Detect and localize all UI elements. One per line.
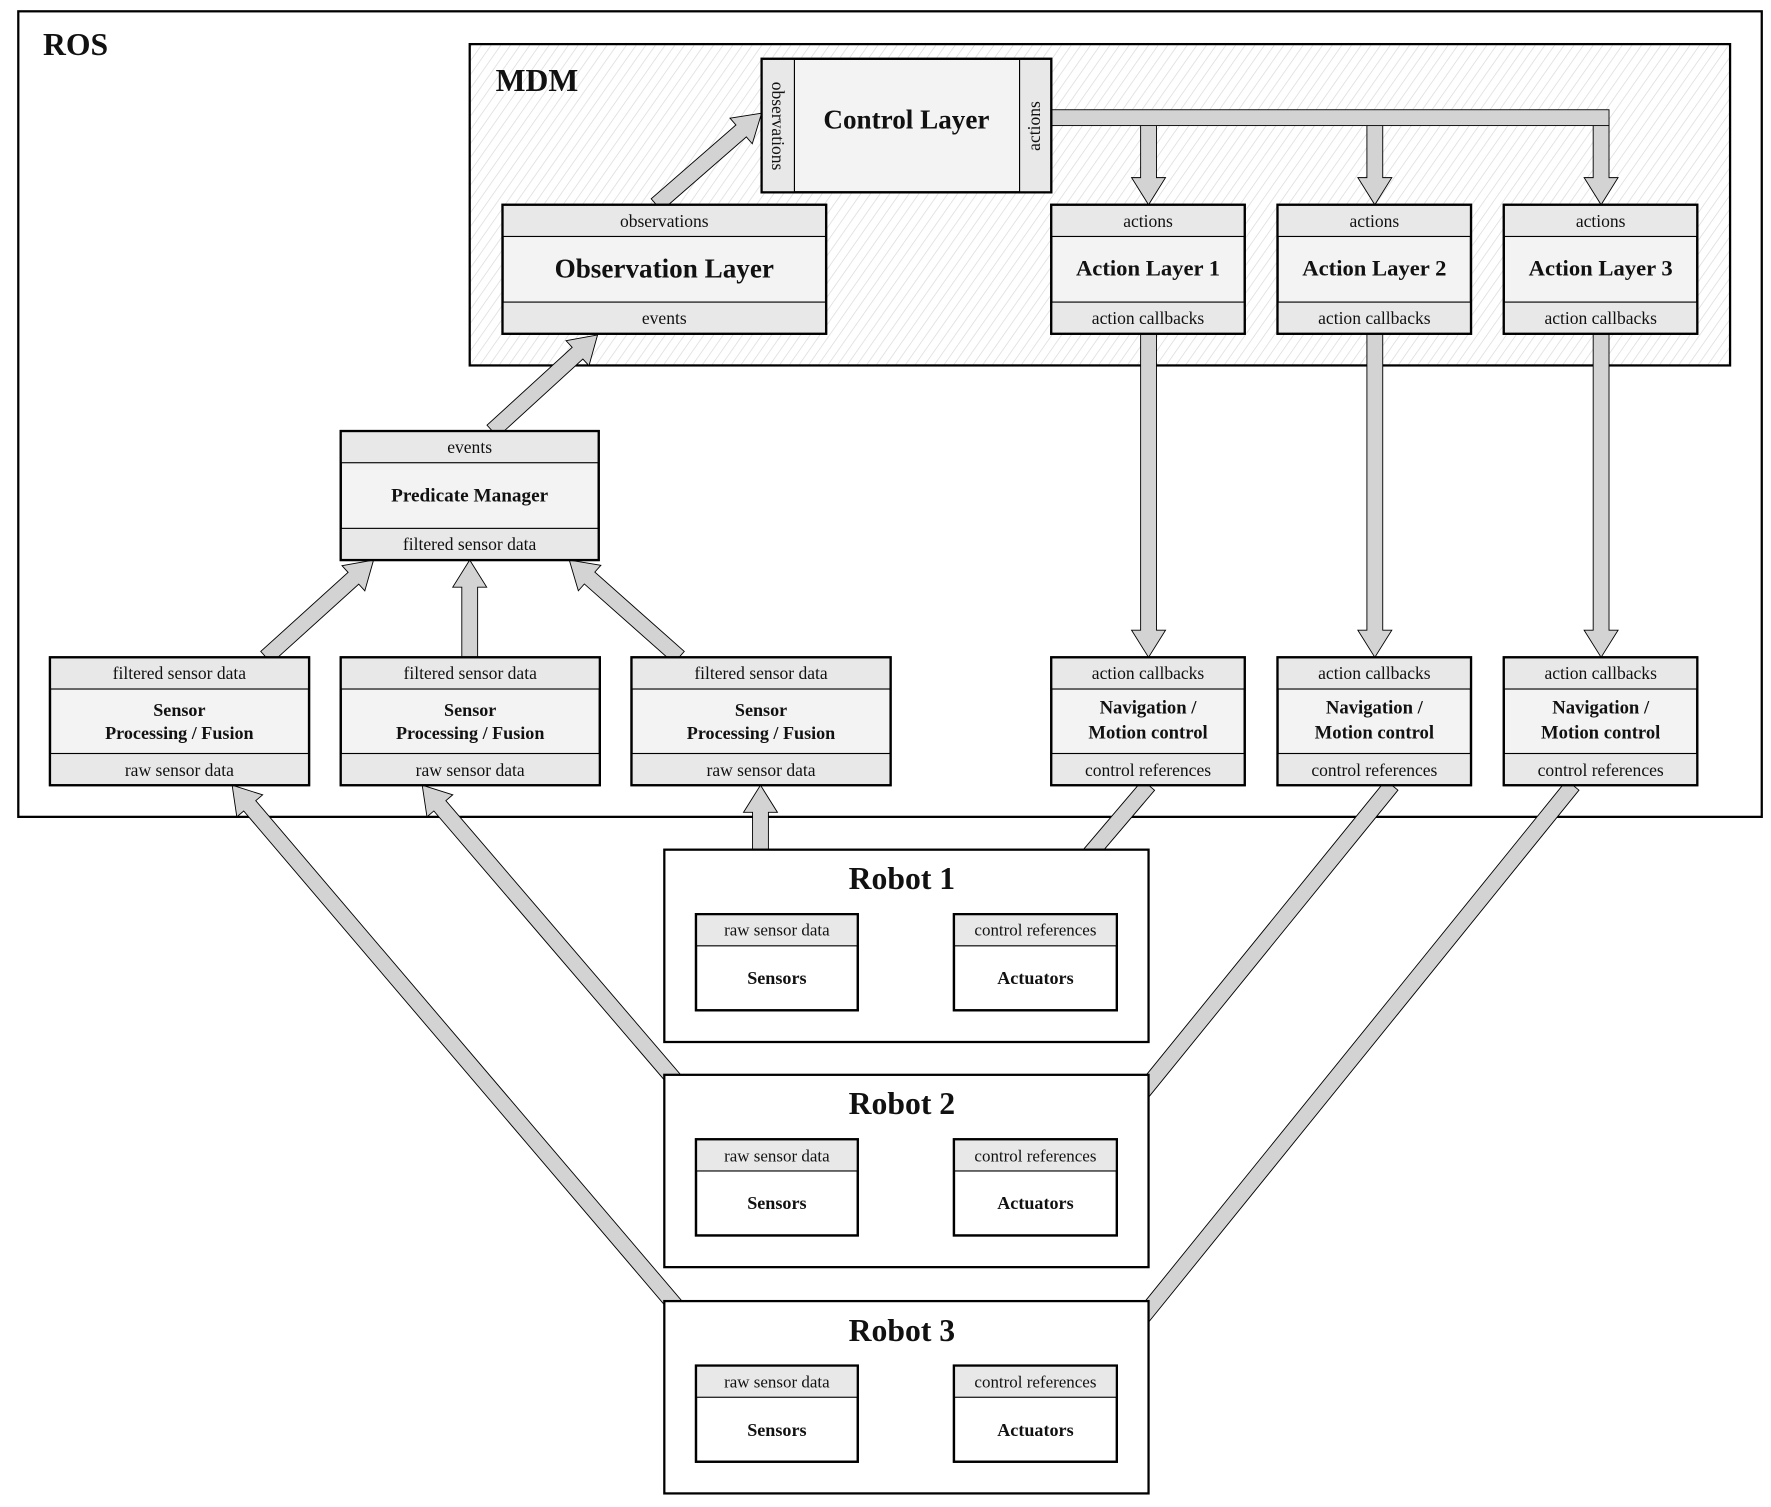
control-layer-title: Control Layer xyxy=(823,104,990,135)
robot-title: Robot 3 xyxy=(848,1312,956,1348)
robot-1-sensors-header-label: raw sensor data xyxy=(724,920,830,940)
action-layer-2-title: Action Layer 2 xyxy=(1302,256,1447,281)
robot-2-sensors-title: Sensors xyxy=(747,1193,807,1214)
ros-label: ROS xyxy=(43,27,109,63)
navigation-3-title: Navigation / xyxy=(1552,697,1650,719)
observation-layer-title: Observation Layer xyxy=(554,253,774,284)
sensor-processing-1-footer-label: raw sensor data xyxy=(124,759,234,780)
control-output-label: actions xyxy=(1024,100,1045,151)
navigation-2-title: Motion control xyxy=(1314,722,1435,744)
robot-3-actuators-header-label: control references xyxy=(974,1372,1097,1392)
navigation-3-title: Motion control xyxy=(1541,722,1661,744)
observation-layer-header-label: observations xyxy=(619,211,709,232)
observation-layer-footer-label: events xyxy=(641,308,687,329)
robot-title: Robot 2 xyxy=(848,1086,956,1122)
robot-title: Robot 1 xyxy=(848,861,956,897)
predicate-manager-header-label: events xyxy=(447,437,493,458)
robot-3-sensors-title: Sensors xyxy=(747,1419,807,1440)
predicate-manager-footer-label: filtered sensor data xyxy=(402,534,537,555)
sensor-processing-3-title: Sensor xyxy=(734,699,788,720)
sensor-processing-2-footer-label: raw sensor data xyxy=(415,759,525,780)
mdm-label: MDM xyxy=(495,63,579,99)
sensor-processing-2-title: Processing / Fusion xyxy=(395,723,545,744)
robot-1-sensors-title: Sensors xyxy=(747,968,807,989)
action-layer-2-header-label: actions xyxy=(1349,211,1400,232)
action-layer-3-header-label: actions xyxy=(1575,211,1626,232)
robot-1-actuators-title: Actuators xyxy=(997,968,1074,989)
diagram-stage: ROS MDM observations actions Control Layer ob… xyxy=(0,0,1771,1507)
arrow-nav3-to-robot3 xyxy=(1102,779,1580,1367)
action-layer-1-title: Action Layer 1 xyxy=(1075,256,1221,281)
navigation-1-footer-label: control references xyxy=(1085,759,1212,780)
action-layer-1-header-label: actions xyxy=(1123,211,1173,232)
navigation-3-header-label: action callbacks xyxy=(1544,663,1657,684)
navigation-2-title: Navigation / xyxy=(1325,697,1423,719)
action-layer-3-title: Action Layer 3 xyxy=(1528,256,1673,281)
sensor-processing-1-header-label: filtered sensor data xyxy=(112,663,247,684)
sensor-processing-3-title: Processing / Fusion xyxy=(686,723,836,744)
navigation-2-footer-label: control references xyxy=(1311,759,1438,780)
action-layer-2-footer-label: action callbacks xyxy=(1318,308,1431,329)
action-layer-1-footer-label: action callbacks xyxy=(1091,308,1205,329)
robot-2-actuators-title: Actuators xyxy=(997,1193,1074,1214)
robot-3-actuators-title: Actuators xyxy=(997,1419,1074,1440)
sensor-processing-3-footer-label: raw sensor data xyxy=(706,759,816,780)
navigation-1-header-label: action callbacks xyxy=(1091,663,1205,684)
robot-2-sensors-header-label: raw sensor data xyxy=(724,1146,830,1166)
navigation-1-title: Motion control xyxy=(1088,722,1208,744)
action-layer-3-footer-label: action callbacks xyxy=(1544,308,1657,329)
sensor-processing-2-header-label: filtered sensor data xyxy=(403,663,537,684)
predicate-manager-title: Predicate Manager xyxy=(391,485,549,507)
robot-2-actuators-header-label: control references xyxy=(974,1146,1097,1166)
robot-1-actuators-header-label: control references xyxy=(974,920,1097,940)
navigation-2-header-label: action callbacks xyxy=(1318,663,1431,684)
sensor-processing-1-title: Sensor xyxy=(153,699,206,720)
sensor-processing-1-title: Processing / Fusion xyxy=(105,723,254,744)
sensor-processing-3-header-label: filtered sensor data xyxy=(694,663,828,684)
architecture-diagram xyxy=(17,10,1763,1495)
robot-3-sensors-header-label: raw sensor data xyxy=(724,1372,830,1392)
navigation-1-title: Navigation / xyxy=(1099,697,1197,719)
navigation-3-footer-label: control references xyxy=(1537,759,1664,780)
control-input-label: observations xyxy=(768,81,789,170)
sensor-processing-2-title: Sensor xyxy=(444,699,497,720)
actions-bus xyxy=(1050,109,1610,127)
arrow-robot3-sensors xyxy=(231,784,734,1372)
